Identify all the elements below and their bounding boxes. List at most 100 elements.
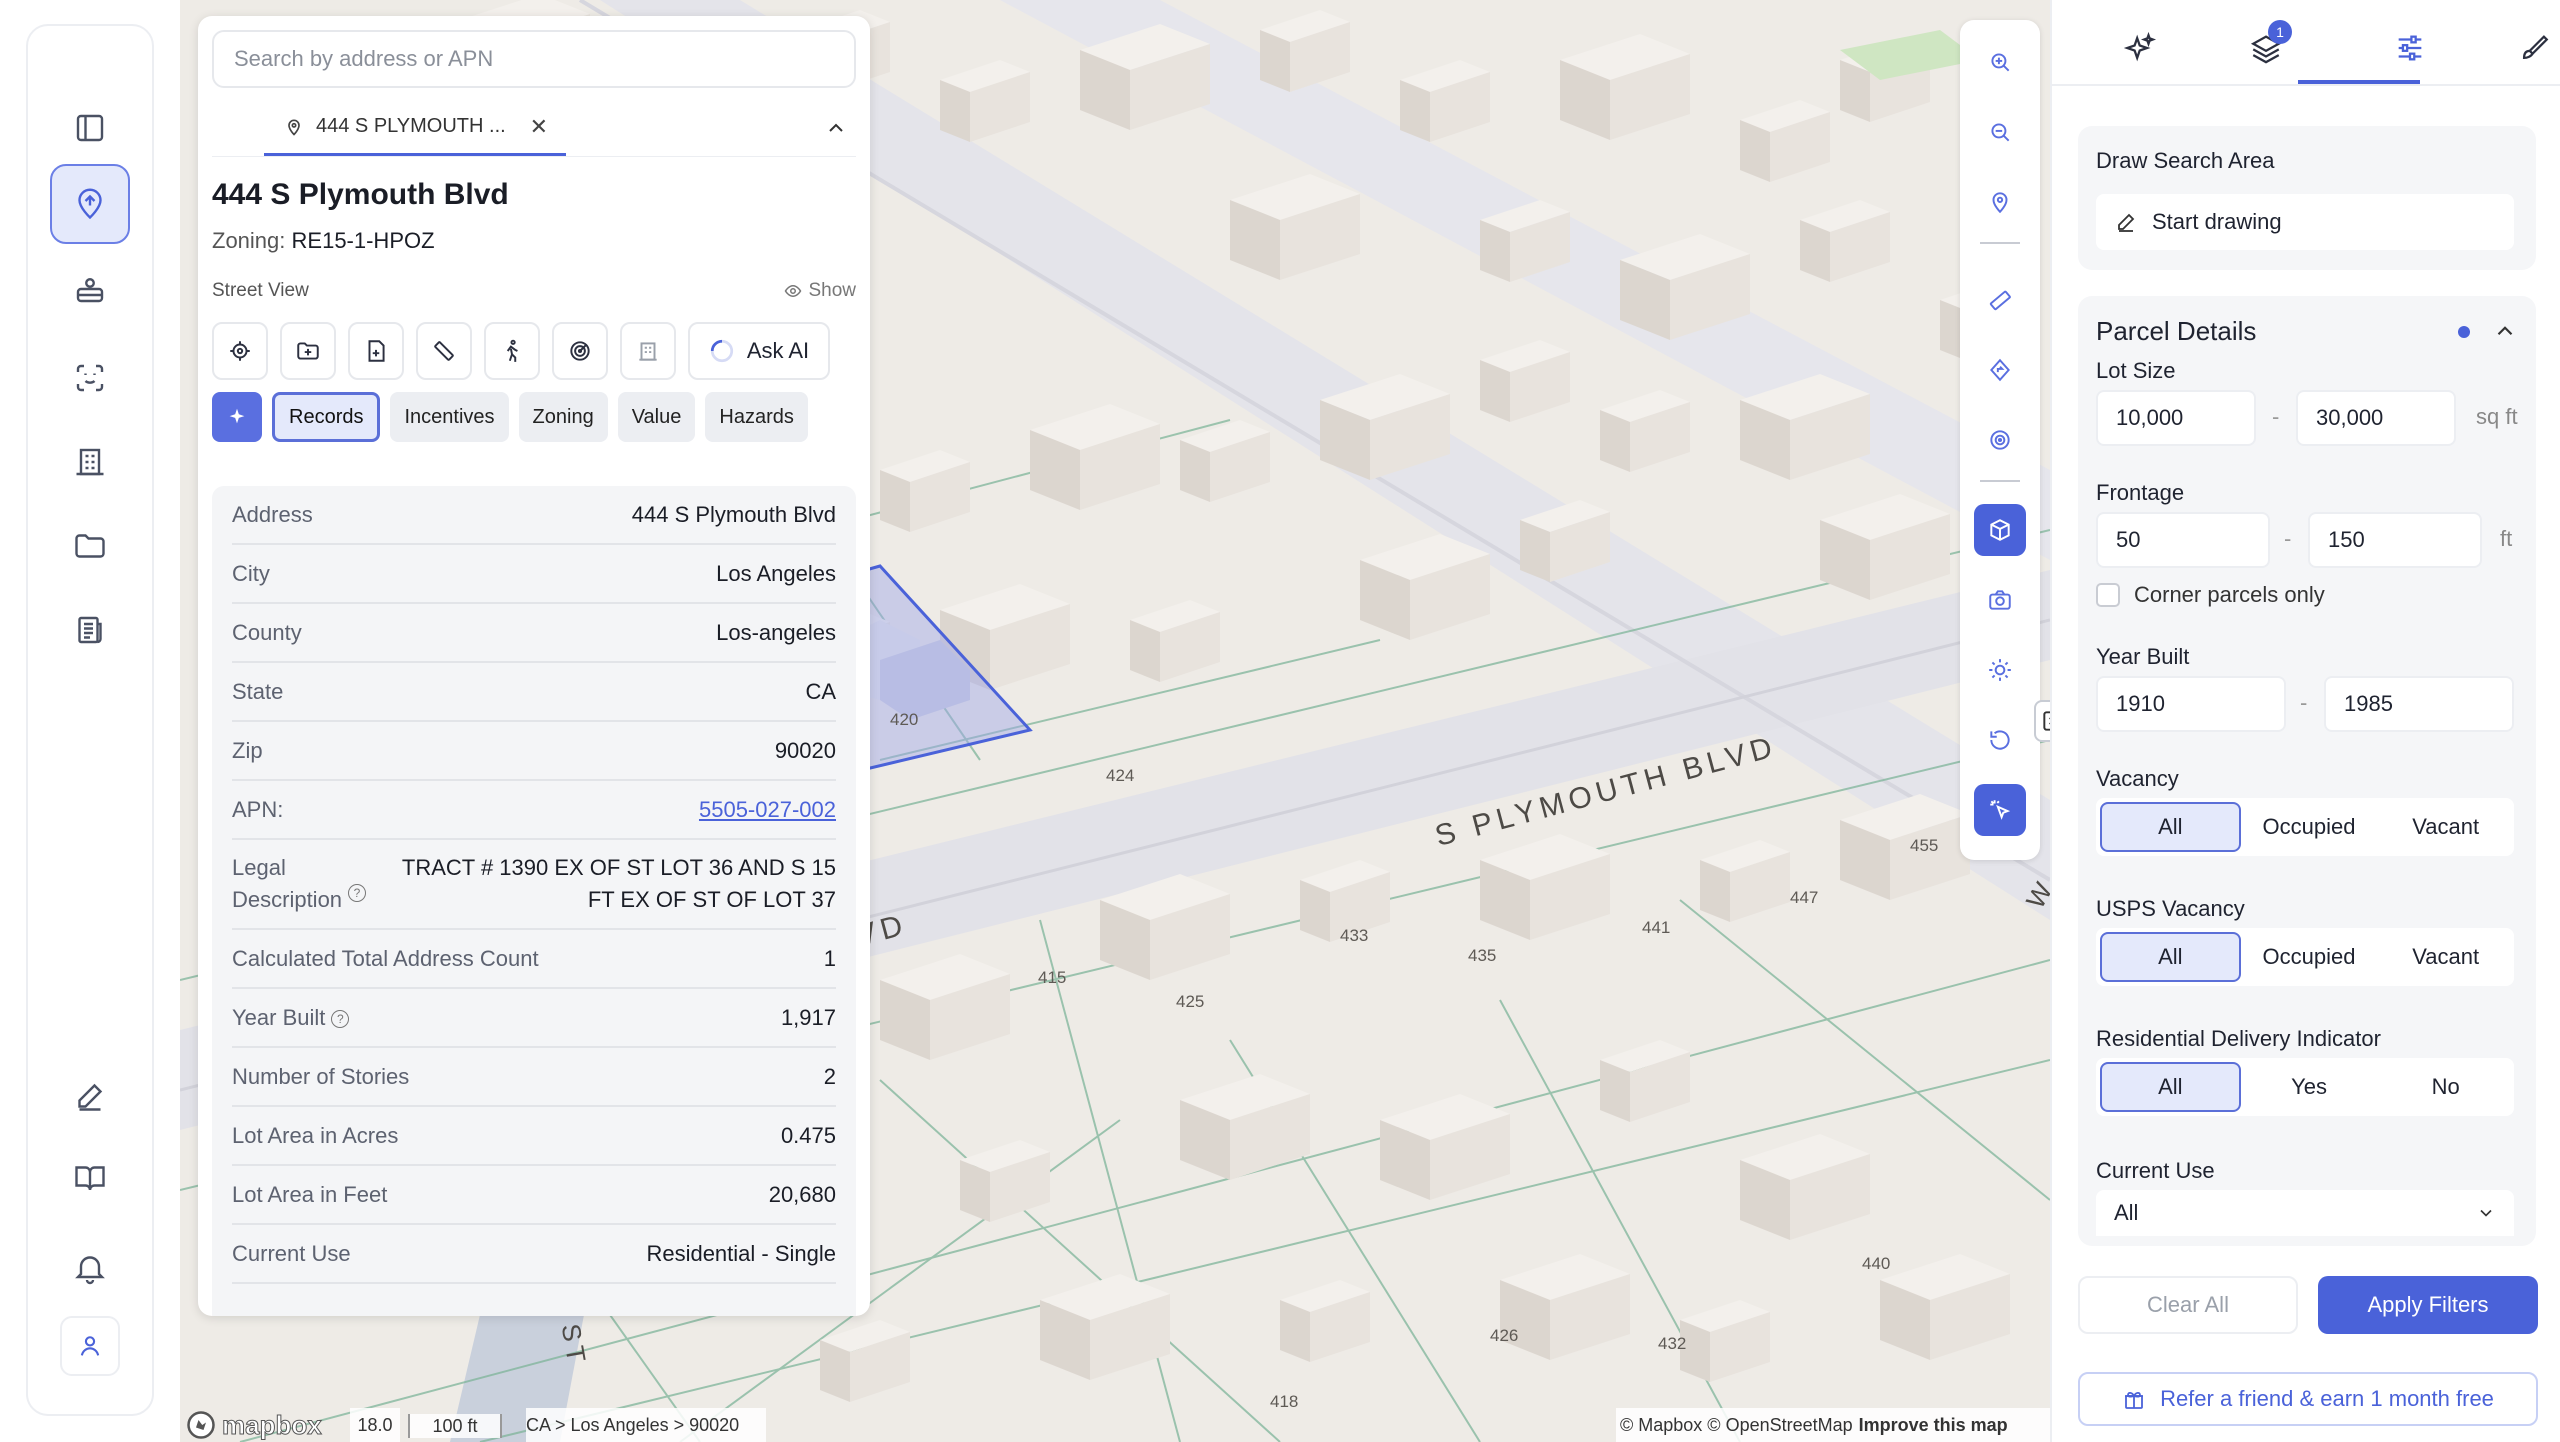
year-max-input[interactable]: 1985	[2324, 676, 2514, 732]
truck-icon[interactable]	[50, 252, 130, 332]
show-street-view-button[interactable]: Show	[784, 280, 856, 302]
tab-records[interactable]: Records	[272, 392, 381, 442]
sidebar-toggle-icon[interactable]	[50, 88, 130, 168]
tab-zoning[interactable]: Zoning	[518, 392, 608, 442]
parcel-number: 420	[890, 710, 919, 729]
usps-vacancy-label: USPS Vacancy	[2096, 896, 2245, 921]
tab-value[interactable]: Value	[617, 392, 696, 442]
table-row: County Los-angeles	[232, 604, 836, 663]
property-panel: 444 S PLYMOUTH ... ✕ 444 S Plymouth Blvd…	[198, 16, 870, 1316]
clear-all-button[interactable]: Clear All	[2078, 1276, 2298, 1334]
year-min-input[interactable]: 1910	[2096, 676, 2286, 732]
building-icon[interactable]	[620, 322, 676, 380]
folder-icon[interactable]	[50, 506, 130, 586]
refer-friend-button[interactable]: Refer a friend & earn 1 month free	[2078, 1372, 2538, 1426]
measure-icon[interactable]	[416, 322, 472, 380]
vacancy-vacant[interactable]: Vacant	[2377, 802, 2514, 852]
usps-vacant[interactable]: Vacant	[2377, 932, 2514, 982]
zoom-in-icon[interactable]	[1974, 36, 2026, 88]
table-row: Zip 90020	[232, 722, 836, 781]
vacancy-all[interactable]: All	[2100, 802, 2241, 852]
chevron-up-icon[interactable]	[824, 116, 848, 145]
apn-link[interactable]: 5505-027-002	[699, 797, 836, 823]
select-pointer-icon[interactable]	[1974, 784, 2026, 836]
active-dot	[2458, 326, 2470, 338]
records-table: Address 444 S Plymouth Blvd City Los Angel…	[212, 486, 856, 1316]
frontage-min-input[interactable]: 50	[2096, 512, 2270, 568]
chevron-up-icon[interactable]	[2492, 318, 2518, 349]
table-row: Number of Stories 2	[232, 1048, 836, 1107]
mapbox-logo[interactable]: mapbox	[186, 1408, 338, 1442]
building-icon[interactable]	[50, 422, 130, 502]
lot-size-max-input[interactable]: 30,000	[2296, 390, 2456, 446]
table-row: Address 444 S Plymouth Blvd	[232, 486, 836, 545]
3d-cube-icon[interactable]	[1974, 504, 2026, 556]
corner-parcels-checkbox[interactable]: Corner parcels only	[2096, 582, 2325, 608]
user-icon[interactable]	[60, 1316, 120, 1376]
vacancy-segmented: All Occupied Vacant	[2096, 798, 2514, 856]
sparkle-icon[interactable]	[212, 392, 262, 442]
frontage-max-input[interactable]: 150	[2308, 512, 2482, 568]
apply-filters-button[interactable]: Apply Filters	[2318, 1276, 2538, 1334]
parcel-number: 418	[1270, 1392, 1299, 1411]
help-icon[interactable]: ?	[348, 884, 366, 902]
target-icon[interactable]	[1974, 414, 2026, 466]
start-drawing-button[interactable]: Start drawing	[2096, 194, 2514, 250]
locate-pin-icon[interactable]	[1974, 176, 2026, 228]
usps-all[interactable]: All	[2100, 932, 2241, 982]
usps-vacancy-segmented: All Occupied Vacant	[2096, 928, 2514, 986]
map-pin-icon[interactable]	[50, 164, 130, 244]
table-row: Year Built? 1,917	[232, 989, 836, 1048]
location-breadcrumb: CA > Los Angeles > 90020	[526, 1408, 766, 1442]
lot-size-min-input[interactable]: 10,000	[2096, 390, 2256, 446]
rdi-all[interactable]: All	[2100, 1062, 2241, 1112]
sun-icon[interactable]	[1974, 644, 2026, 696]
radar-icon[interactable]	[552, 322, 608, 380]
rdi-yes[interactable]: Yes	[2241, 1062, 2378, 1112]
current-use-select[interactable]: All	[2096, 1190, 2514, 1236]
layers-icon[interactable]: 1	[2242, 20, 2292, 72]
rdi-no[interactable]: No	[2377, 1062, 2514, 1112]
tab-incentives[interactable]: Incentives	[390, 392, 509, 442]
table-row: City Los Angeles	[232, 545, 836, 604]
usps-occupied[interactable]: Occupied	[2241, 932, 2378, 982]
filters-sliders-icon[interactable]	[2386, 24, 2434, 72]
checkbox-icon	[2096, 583, 2120, 607]
zoom-level: 18.0	[350, 1408, 400, 1442]
frontage-label: Frontage	[2096, 480, 2185, 505]
property-tab[interactable]: 444 S PLYMOUTH ... ✕	[264, 100, 566, 156]
draw-brush-icon[interactable]	[2510, 24, 2558, 72]
vacancy-occupied[interactable]: Occupied	[2241, 802, 2378, 852]
street-view-label: Street View	[212, 280, 309, 301]
search-box[interactable]	[212, 30, 856, 88]
parcel-number: 435	[1468, 946, 1497, 965]
help-icon[interactable]: ?	[331, 1009, 350, 1028]
directions-icon[interactable]	[1974, 344, 2026, 396]
camera-icon[interactable]	[1974, 574, 2026, 626]
ai-spinner-icon	[710, 339, 733, 363]
property-tab-label: 444 S PLYMOUTH ...	[316, 115, 506, 137]
add-folder-icon[interactable]	[280, 322, 336, 380]
panel-tabs: 1	[2052, 0, 2560, 86]
crosshair-icon[interactable]	[212, 322, 268, 380]
table-row: Legal Description ? TRACT # 1390 EX OF S…	[232, 840, 836, 930]
zoom-out-icon[interactable]	[1974, 106, 2026, 158]
face-scan-icon[interactable]	[50, 338, 130, 418]
sparkles-icon[interactable]	[2116, 24, 2164, 72]
reset-rotate-icon[interactable]	[1974, 714, 2026, 766]
document-icon[interactable]	[50, 590, 130, 670]
lot-size-label: Lot Size	[2096, 358, 2176, 383]
ask-ai-button[interactable]: Ask AI	[688, 322, 830, 380]
edit-icon[interactable]	[50, 1056, 130, 1136]
bell-icon[interactable]	[50, 1228, 130, 1308]
walk-icon[interactable]	[484, 322, 540, 380]
close-icon[interactable]: ✕	[530, 114, 548, 140]
search-input[interactable]	[234, 46, 834, 72]
rdi-segmented: All Yes No	[2096, 1058, 2514, 1116]
tab-hazards[interactable]: Hazards	[705, 392, 808, 442]
parcel-details-title: Parcel Details	[2096, 316, 2257, 346]
ruler-icon[interactable]	[1974, 274, 2026, 326]
pdf-download-icon[interactable]	[348, 322, 404, 380]
improve-map-link[interactable]: Improve this map	[1859, 1415, 2008, 1436]
book-icon[interactable]	[50, 1138, 130, 1218]
